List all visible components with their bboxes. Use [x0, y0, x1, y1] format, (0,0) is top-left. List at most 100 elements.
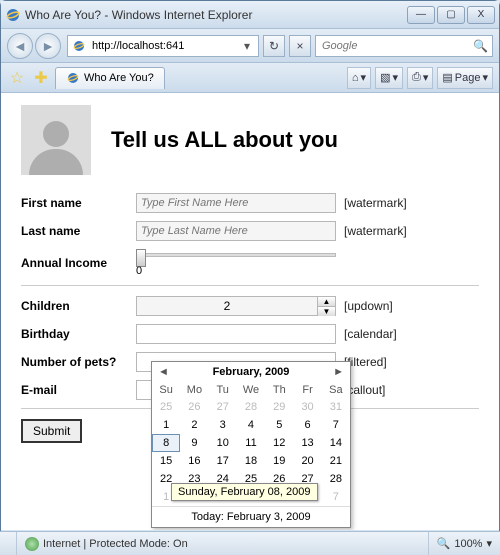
children-spinner[interactable]: 2 ▲ ▼ [136, 296, 336, 316]
calendar-day[interactable]: 27 [209, 398, 237, 416]
children-label: Children [21, 299, 136, 313]
address-input[interactable] [90, 39, 236, 53]
zone-label: Internet | Protected Mode: On [43, 538, 188, 550]
calendar-dow: Sa [322, 382, 350, 398]
feeds-button[interactable]: ▧▾ [375, 67, 403, 89]
calendar-day[interactable]: 5 [265, 416, 293, 434]
minimize-button[interactable]: — [407, 6, 435, 24]
calendar-day[interactable]: 20 [293, 452, 321, 470]
calendar-day[interactable]: 30 [293, 398, 321, 416]
calendar-day[interactable]: 16 [180, 452, 208, 470]
income-slider[interactable] [136, 253, 336, 257]
nav-toolbar: ◄ ► ▾ ↻ × 🔍 [1, 29, 499, 63]
avatar-placeholder [21, 105, 91, 175]
calendar-day[interactable]: 6 [293, 416, 321, 434]
forward-button[interactable]: ► [35, 33, 61, 59]
calendar-day[interactable]: 25 [152, 398, 180, 416]
calendar-day[interactable]: 7 [322, 488, 350, 506]
calendar-popup: ◄ February, 2009 ► SuMoTuWeThFrSa2526272… [151, 361, 351, 528]
calendar-dow: Su [152, 382, 180, 398]
calendar-day[interactable]: 15 [152, 452, 180, 470]
maximize-button[interactable]: ▢ [437, 6, 465, 24]
close-button[interactable]: X [467, 6, 495, 24]
calendar-day[interactable]: 10 [209, 434, 237, 452]
search-icon[interactable]: 🔍 [473, 39, 488, 53]
calendar-tooltip: Sunday, February 08, 2009 [171, 483, 318, 501]
zoom-dropdown[interactable]: ▾ [486, 537, 492, 550]
children-hint: [updown] [344, 299, 393, 313]
calendar-day[interactable]: 9 [180, 434, 208, 452]
page-content: Tell us ALL about you First name [waterm… [1, 93, 499, 530]
calendar-day[interactable]: 11 [237, 434, 265, 452]
home-button[interactable]: ⌂▾ [347, 67, 371, 89]
pets-label: Number of pets? [21, 355, 136, 369]
calendar-day[interactable]: 28 [322, 470, 350, 488]
calendar-day[interactable]: 12 [265, 434, 293, 452]
window-titlebar: Who Are You? - Windows Internet Explorer… [1, 1, 499, 29]
calendar-day[interactable]: 13 [293, 434, 321, 452]
print-button[interactable]: ⎙▾ [407, 67, 433, 89]
calendar-next-button[interactable]: ► [333, 366, 344, 378]
birthday-hint: [calendar] [344, 327, 397, 341]
first-name-input[interactable] [136, 193, 336, 213]
window-title: Who Are You? - Windows Internet Explorer [25, 8, 407, 22]
status-bar: Internet | Protected Mode: On 🔍 100% ▾ [0, 531, 500, 555]
search-input[interactable] [320, 39, 473, 53]
stop-button[interactable]: × [289, 35, 311, 57]
address-bar[interactable]: ▾ [67, 35, 259, 57]
tab-active[interactable]: Who Are You? [55, 67, 165, 89]
children-down-button[interactable]: ▼ [317, 307, 335, 316]
children-up-button[interactable]: ▲ [317, 297, 335, 307]
page-menu-button[interactable]: ▤Page▾ [437, 67, 493, 89]
last-name-label: Last name [21, 224, 136, 238]
income-label: Annual Income [21, 256, 136, 270]
calendar-day[interactable]: 28 [237, 398, 265, 416]
calendar-dow: We [237, 382, 265, 398]
page-menu-icon: ▤ [442, 71, 452, 84]
first-name-label: First name [21, 196, 136, 210]
tab-label: Who Are You? [84, 72, 154, 84]
calendar-today-link[interactable]: Today: February 3, 2009 [152, 506, 350, 527]
calendar-day[interactable]: 2 [180, 416, 208, 434]
birthday-input[interactable] [136, 324, 336, 344]
calendar-day[interactable]: 7 [322, 416, 350, 434]
refresh-button[interactable]: ↻ [263, 35, 285, 57]
calendar-month-label[interactable]: February, 2009 [213, 366, 290, 378]
zone-icon [25, 537, 39, 551]
calendar-day[interactable]: 17 [209, 452, 237, 470]
last-name-input[interactable] [136, 221, 336, 241]
email-label: E-mail [21, 383, 136, 397]
children-value: 2 [137, 297, 317, 315]
add-favorite-icon[interactable]: ✚ [31, 68, 51, 88]
calendar-day[interactable]: 4 [237, 416, 265, 434]
submit-button[interactable]: Submit [21, 419, 82, 443]
calendar-day[interactable]: 19 [265, 452, 293, 470]
calendar-dow: Th [265, 382, 293, 398]
calendar-day[interactable]: 1 [152, 416, 180, 434]
page-icon [72, 39, 86, 53]
calendar-day[interactable]: 3 [209, 416, 237, 434]
birthday-label: Birthday [21, 327, 136, 341]
tab-toolbar: ☆ ✚ Who Are You? ⌂▾ ▧▾ ⎙▾ ▤Page▾ [1, 63, 499, 93]
search-bar[interactable]: 🔍 [315, 35, 493, 57]
zoom-value: 100% [454, 538, 482, 550]
address-dropdown[interactable]: ▾ [240, 39, 254, 53]
back-button[interactable]: ◄ [7, 33, 33, 59]
tab-favicon [66, 71, 80, 85]
page-menu-label: Page [455, 72, 481, 84]
calendar-day[interactable]: 26 [180, 398, 208, 416]
calendar-day[interactable]: 14 [322, 434, 350, 452]
zoom-icon[interactable]: 🔍 [437, 537, 451, 550]
calendar-day[interactable]: 29 [265, 398, 293, 416]
calendar-day[interactable]: 8 [152, 434, 180, 452]
calendar-day[interactable]: 21 [322, 452, 350, 470]
calendar-day[interactable]: 31 [322, 398, 350, 416]
calendar-prev-button[interactable]: ◄ [158, 366, 169, 378]
favorites-star-icon[interactable]: ☆ [7, 68, 27, 88]
calendar-day[interactable]: 18 [237, 452, 265, 470]
ie-icon [5, 7, 21, 23]
first-name-hint: [watermark] [344, 196, 407, 210]
home-icon: ⌂ [352, 72, 359, 84]
calendar-dow: Tu [209, 382, 237, 398]
rss-icon: ▧ [380, 71, 390, 84]
